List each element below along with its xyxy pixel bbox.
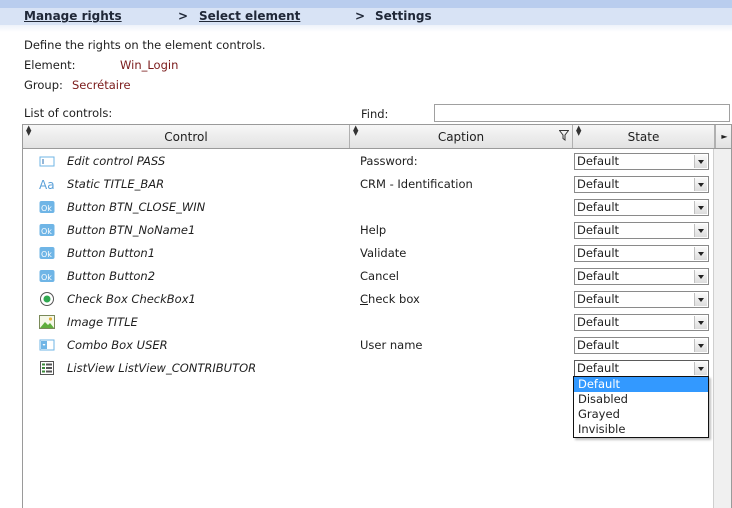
state-select[interactable]: Default — [574, 291, 709, 308]
list-of-controls-label: List of controls: — [24, 106, 113, 120]
control-name: Button BTN_CLOSE_WIN — [67, 200, 206, 214]
scroll-right-icon[interactable]: ► — [715, 125, 731, 148]
group-value: Secrétaire — [72, 78, 131, 92]
edit-control-icon — [39, 156, 55, 167]
state-select[interactable]: Default — [574, 199, 709, 216]
control-name: Edit control PASS — [67, 154, 166, 168]
control-caption: Validate — [360, 246, 407, 260]
control-caption: User name — [360, 338, 423, 352]
sort-icon[interactable]: ▲ ▼ — [353, 125, 358, 137]
image-icon — [39, 315, 55, 329]
state-select[interactable]: Default — [574, 222, 709, 239]
breadcrumb-settings-current: Settings — [375, 9, 432, 23]
svg-text:Aa: Aa — [39, 178, 55, 192]
static-text-icon: Aa — [39, 178, 55, 192]
button-ok-icon: Ok — [39, 201, 55, 213]
svg-text:Ok: Ok — [41, 250, 52, 259]
column-header-caption[interactable]: ▲ ▼ Caption — [350, 125, 573, 148]
chevron-down-icon[interactable] — [694, 247, 707, 260]
caption-accelerator: C — [360, 292, 369, 306]
control-name: Button Button2 — [67, 269, 156, 283]
control-name: Combo Box USER — [67, 338, 168, 352]
control-caption: CRM - Identification — [360, 177, 473, 191]
control-caption: Cancel — [360, 269, 399, 283]
control-name: Image TITLE — [67, 315, 138, 329]
state-dropdown-list: Default Disabled Grayed Invisible — [573, 376, 709, 438]
state-select[interactable]: Default — [574, 268, 709, 285]
state-select-open[interactable]: Default — [574, 360, 709, 377]
caption-rest: heck box — [368, 292, 420, 306]
control-caption: Help — [360, 223, 387, 237]
listview-icon — [40, 361, 54, 375]
chevron-down-icon[interactable] — [694, 293, 707, 306]
breadcrumb-manage-rights-link[interactable]: Manage rights — [24, 9, 122, 23]
sort-icon[interactable]: ▲ ▼ — [576, 125, 581, 137]
controls-table: ▲ ▼ Control ▲ ▼ Caption ▲ ▼ State ► Edit co… — [22, 124, 732, 508]
find-input[interactable] — [434, 104, 730, 122]
control-caption: Check box — [360, 292, 420, 306]
control-name: Button Button1 — [67, 246, 156, 260]
find-label: Find: — [361, 107, 389, 121]
check-box-icon — [40, 292, 54, 306]
dropdown-option-invisible[interactable]: Invisible — [574, 422, 708, 437]
chevron-down-icon[interactable] — [694, 201, 707, 214]
table-header: ▲ ▼ Control ▲ ▼ Caption ▲ ▼ State ► — [23, 125, 731, 149]
control-caption: Password: — [360, 154, 418, 168]
breadcrumb-select-element-link[interactable]: Select element — [199, 9, 300, 23]
element-label: Element: — [24, 58, 76, 72]
element-value: Win_Login — [120, 58, 179, 72]
chevron-down-icon[interactable] — [694, 178, 707, 191]
button-ok-icon: Ok — [39, 247, 55, 259]
control-name: Button BTN_NoName1 — [67, 223, 196, 237]
dropdown-option-grayed[interactable]: Grayed — [574, 407, 708, 422]
dropdown-option-default[interactable]: Default — [574, 377, 708, 392]
sort-icon[interactable]: ▲ ▼ — [26, 125, 31, 137]
filter-icon[interactable] — [559, 130, 569, 141]
chevron-down-icon[interactable] — [694, 316, 707, 329]
button-ok-icon: Ok — [39, 270, 55, 282]
combo-box-icon — [39, 339, 55, 351]
breadcrumb-separator: > — [178, 9, 189, 23]
control-name: Static TITLE_BAR — [67, 177, 165, 191]
vertical-scrollbar[interactable] — [713, 149, 731, 508]
chevron-down-icon[interactable] — [694, 155, 707, 168]
dropdown-option-disabled[interactable]: Disabled — [574, 392, 708, 407]
control-name: ListView ListView_CONTRIBUTOR — [67, 361, 257, 375]
state-select[interactable]: Default — [574, 176, 709, 193]
chevron-down-icon[interactable] — [694, 362, 707, 375]
state-select[interactable]: Default — [574, 153, 709, 170]
chevron-down-icon[interactable] — [694, 270, 707, 283]
control-name: Check Box CheckBox1 — [67, 292, 196, 306]
button-ok-icon: Ok — [39, 224, 55, 236]
breadcrumb-separator: > — [355, 9, 366, 23]
state-select[interactable]: Default — [574, 337, 709, 354]
svg-text:Ok: Ok — [41, 227, 52, 236]
state-select[interactable]: Default — [574, 245, 709, 262]
breadcrumb-bar: Manage rights > Select element > Setting… — [0, 0, 732, 32]
column-header-control[interactable]: ▲ ▼ Control — [23, 125, 350, 148]
column-header-state[interactable]: ▲ ▼ State — [573, 125, 715, 148]
chevron-down-icon[interactable] — [694, 224, 707, 237]
svg-text:Ok: Ok — [41, 204, 52, 213]
page-description: Define the rights on the element control… — [24, 38, 266, 52]
group-label: Group: — [24, 78, 63, 92]
svg-text:Ok: Ok — [41, 273, 52, 282]
state-select[interactable]: Default — [574, 314, 709, 331]
chevron-down-icon[interactable] — [694, 339, 707, 352]
